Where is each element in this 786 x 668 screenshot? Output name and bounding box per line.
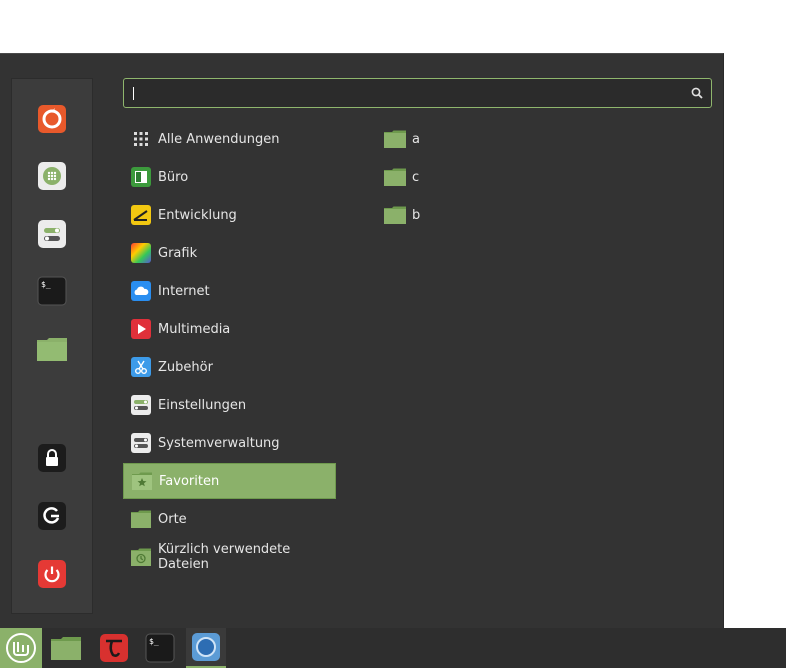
- favorites-folder-icon: [132, 471, 152, 491]
- search-icon: [691, 87, 703, 99]
- category-label: Alle Anwendungen: [158, 131, 280, 147]
- taskbar: $_: [0, 628, 786, 668]
- software-manager-icon: [38, 162, 66, 190]
- files-launcher[interactable]: [36, 333, 68, 365]
- text-caret: [133, 87, 134, 100]
- category-label: Multimedia: [158, 321, 231, 337]
- category-label: Internet: [158, 283, 210, 299]
- mint-logo-icon: [6, 633, 36, 663]
- category-favorites[interactable]: Favoriten: [123, 463, 336, 499]
- category-multimedia[interactable]: Multimedia: [123, 311, 336, 347]
- favorite-item-c[interactable]: c: [384, 162, 419, 192]
- category-label: Einstellungen: [158, 397, 247, 413]
- terminal-icon: $_: [37, 276, 67, 306]
- category-administration[interactable]: Systemverwaltung: [123, 425, 336, 461]
- category-office[interactable]: Büro: [123, 159, 336, 195]
- lock-screen-button[interactable]: [36, 442, 68, 474]
- svg-text:$_: $_: [149, 637, 159, 646]
- settings-icon: [38, 220, 66, 248]
- browser-icon: [192, 633, 220, 661]
- app-label: c: [412, 169, 420, 185]
- favorites-sidebar: $_: [11, 78, 93, 614]
- app-label: b: [412, 207, 421, 223]
- taskbar-files[interactable]: [46, 628, 86, 668]
- grid-icon: [131, 129, 151, 149]
- power-icon: [38, 560, 66, 588]
- favorite-item-a[interactable]: a: [384, 124, 420, 154]
- shutdown-button[interactable]: [36, 558, 68, 590]
- folder-icon: [51, 637, 81, 660]
- logout-icon: [38, 502, 66, 530]
- settings-launcher[interactable]: [36, 218, 68, 250]
- scissors-icon: [131, 357, 151, 377]
- category-development[interactable]: Entwicklung: [123, 197, 336, 233]
- development-icon: [131, 205, 151, 225]
- recent-folder-icon: [131, 547, 151, 567]
- category-label: Kürzlich verwendete Dateien: [158, 542, 291, 572]
- svg-text:$_: $_: [41, 280, 51, 289]
- category-recent-files[interactable]: Kürzlich verwendete Dateien: [123, 539, 336, 575]
- category-label: Favoriten: [159, 473, 220, 489]
- graphics-icon: [131, 243, 151, 263]
- search-input[interactable]: [124, 79, 694, 109]
- category-label: Orte: [158, 511, 187, 527]
- software-manager-launcher[interactable]: [36, 160, 68, 192]
- folder-icon: [37, 338, 67, 361]
- search-box[interactable]: [123, 78, 712, 109]
- firefox-launcher[interactable]: [36, 103, 68, 135]
- internet-cloud-icon: [131, 281, 151, 301]
- lock-icon: [38, 444, 66, 472]
- folder-icon: [384, 168, 406, 186]
- terminal-launcher[interactable]: $_: [36, 275, 68, 307]
- category-label: Büro: [158, 169, 189, 185]
- folder-icon: [384, 206, 406, 224]
- app-label: a: [412, 131, 420, 147]
- firefox-icon: [38, 105, 66, 133]
- menu-button[interactable]: [0, 628, 42, 668]
- category-settings[interactable]: Einstellungen: [123, 387, 336, 423]
- category-accessories[interactable]: Zubehör: [123, 349, 336, 385]
- category-label: Systemverwaltung: [158, 435, 280, 451]
- terminal-icon: $_: [145, 633, 175, 663]
- settings-toggle-icon: [131, 395, 151, 415]
- favorite-item-b[interactable]: b: [384, 200, 420, 230]
- logout-button[interactable]: [36, 500, 68, 532]
- category-all-applications[interactable]: Alle Anwendungen: [123, 121, 336, 157]
- application-menu: $_ Alle Anwendungen Büro Entwicklung Gra…: [0, 53, 724, 628]
- multimedia-play-icon: [131, 319, 151, 339]
- taskbar-terminal[interactable]: $_: [140, 628, 180, 668]
- category-internet[interactable]: Internet: [123, 273, 336, 309]
- administration-icon: [131, 433, 151, 453]
- category-label: Zubehör: [158, 359, 213, 375]
- taskbar-browser[interactable]: [186, 628, 226, 668]
- folder-icon: [384, 130, 406, 148]
- places-folder-icon: [131, 509, 151, 529]
- category-label: Entwicklung: [158, 207, 237, 223]
- category-places[interactable]: Orte: [123, 501, 336, 537]
- font-viewer-icon: [100, 634, 128, 662]
- taskbar-font-app[interactable]: [94, 628, 134, 668]
- category-graphics[interactable]: Grafik: [123, 235, 336, 271]
- office-icon: [131, 167, 151, 187]
- category-label: Grafik: [158, 245, 198, 261]
